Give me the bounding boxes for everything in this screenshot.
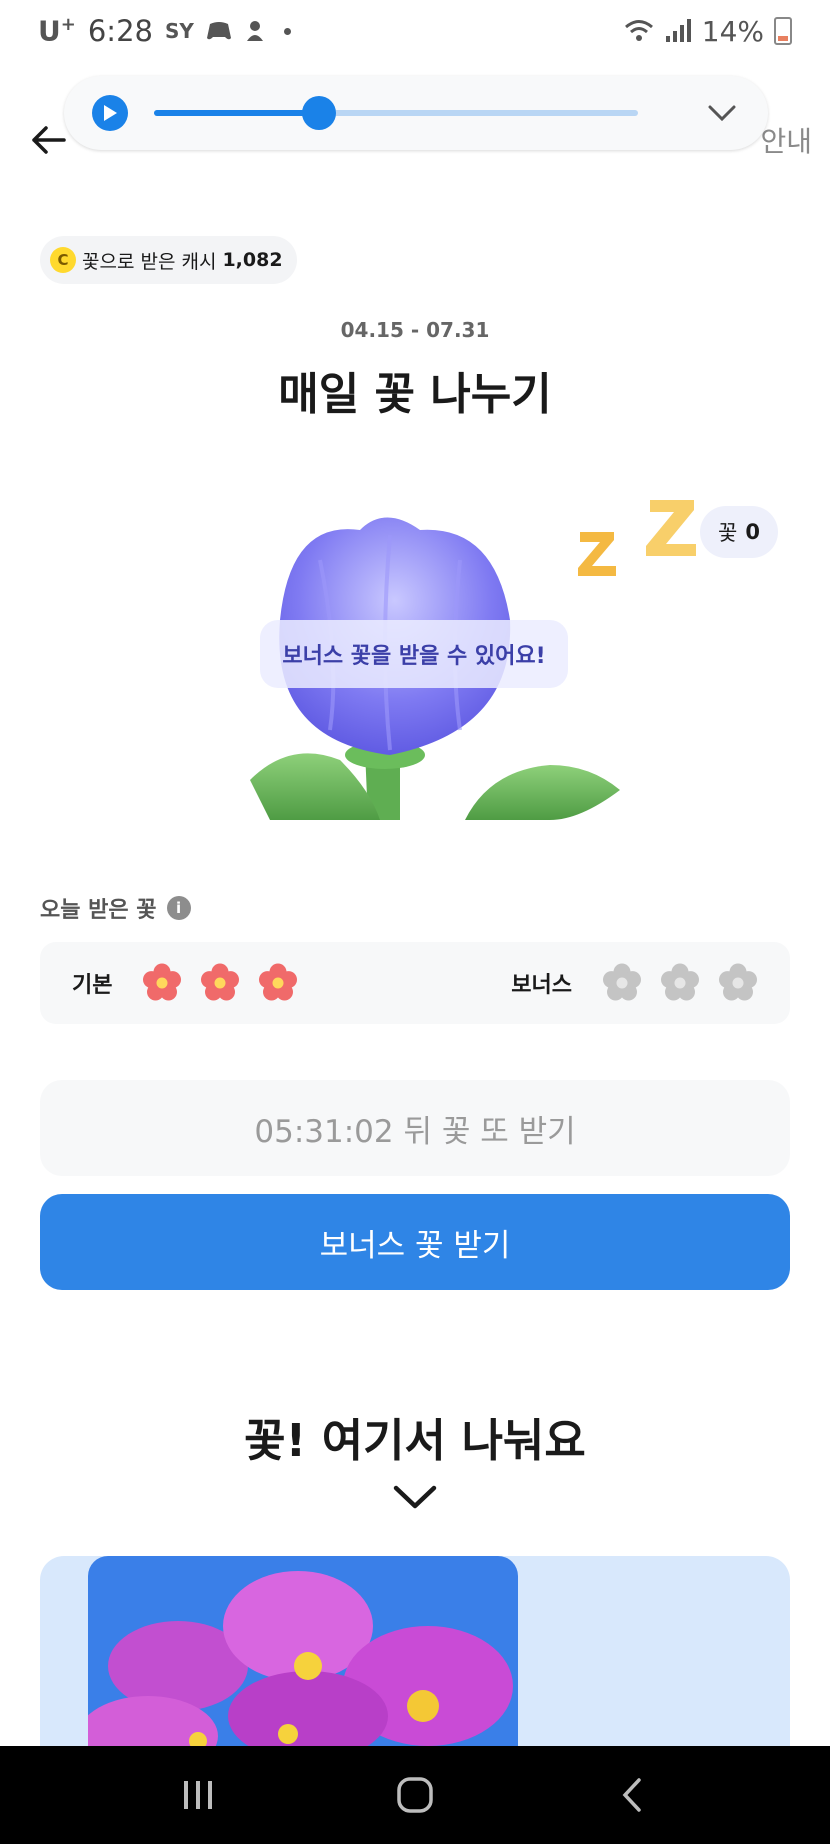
flower-count-label: 꽃 [718, 521, 738, 545]
basic-flower-set [142, 963, 298, 1003]
bonus-flower-button[interactable]: 보너스 꽃 받기 [40, 1194, 790, 1290]
chevron-down-icon [393, 1485, 437, 1509]
system-back-button[interactable] [602, 1765, 662, 1825]
status-bar: U+ 6:28 SY 14% [0, 0, 830, 62]
bonus-flower-icon [661, 963, 699, 1001]
recent-apps-button[interactable] [168, 1765, 228, 1825]
bonus-available-bubble: 보너스 꽃을 받을 수 있어요! [260, 620, 568, 688]
share-banner[interactable] [40, 1556, 790, 1746]
signal-icon [665, 19, 691, 42]
back-button[interactable] [26, 118, 70, 162]
chevron-down-icon [708, 105, 736, 121]
bonus-label: 보너스 [511, 973, 572, 998]
status-right: 14% [624, 15, 792, 48]
coin-icon: C [50, 247, 76, 273]
flower-count-badge: 꽃 0 [700, 506, 778, 558]
home-icon [397, 1777, 433, 1813]
system-nav-bar [0, 1746, 830, 1844]
basic-flower-icon [259, 963, 298, 1001]
media-progress-track[interactable] [154, 96, 638, 130]
status-time: 6:28 [87, 14, 153, 48]
play-button[interactable] [92, 95, 128, 131]
media-progress-fill [154, 110, 319, 116]
cosmos-flower-photo [88, 1556, 518, 1746]
bonus-flower-icon [603, 963, 641, 1001]
status-left: U+ 6:28 SY [38, 14, 291, 48]
carrier-label: U+ [38, 14, 76, 48]
today-flowers-box: 기본 보너스 [40, 942, 790, 1024]
today-label-text: 오늘 받은 꽃 [40, 898, 157, 923]
cash-label: 꽃으로 받은 캐시 [82, 250, 217, 273]
today-flowers-label: 오늘 받은 꽃 i [40, 892, 191, 924]
battery-icon [774, 17, 792, 45]
play-icon [104, 105, 117, 121]
basic-flower-icon [201, 963, 240, 1001]
bonus-group: 보너스 [511, 963, 758, 1003]
page-title: 매일 꽃 나누기 [278, 369, 552, 420]
home-button[interactable] [385, 1765, 445, 1825]
media-player-bar [64, 76, 768, 150]
basic-flower-icon [143, 963, 182, 1001]
wifi-icon [624, 20, 653, 41]
share-section-title: 꽃! 여기서 나눠요 [244, 1414, 586, 1467]
bonus-flower-set [602, 963, 758, 1003]
more-notifications-dot [283, 27, 291, 35]
media-progress-thumb[interactable] [301, 96, 336, 130]
event-period: 04.15 - 07.31 [340, 318, 490, 342]
sy-icon: SY [164, 19, 194, 43]
guide-link[interactable]: 안내 [760, 120, 812, 160]
battery-percent: 14% [701, 14, 764, 48]
recent-apps-icon [184, 1781, 213, 1809]
collapse-button[interactable] [704, 95, 740, 131]
flower-count-value: 0 [745, 520, 760, 544]
chevron-left-icon [622, 1778, 641, 1812]
info-icon[interactable]: i [166, 896, 191, 920]
basic-label: 기본 [72, 973, 113, 998]
game-controller-icon [206, 22, 231, 40]
sleep-zzz-icon [578, 500, 696, 576]
cash-value: 1,082 [222, 249, 283, 271]
app-notification-icon [246, 21, 263, 41]
cash-badge: C 꽃으로 받은 캐시 1,082 [40, 236, 297, 284]
arrow-left-icon [32, 126, 66, 154]
bonus-flower-icon [719, 963, 757, 1001]
countdown-button[interactable]: 05:31:02 뒤 꽃 또 받기 [40, 1080, 790, 1176]
